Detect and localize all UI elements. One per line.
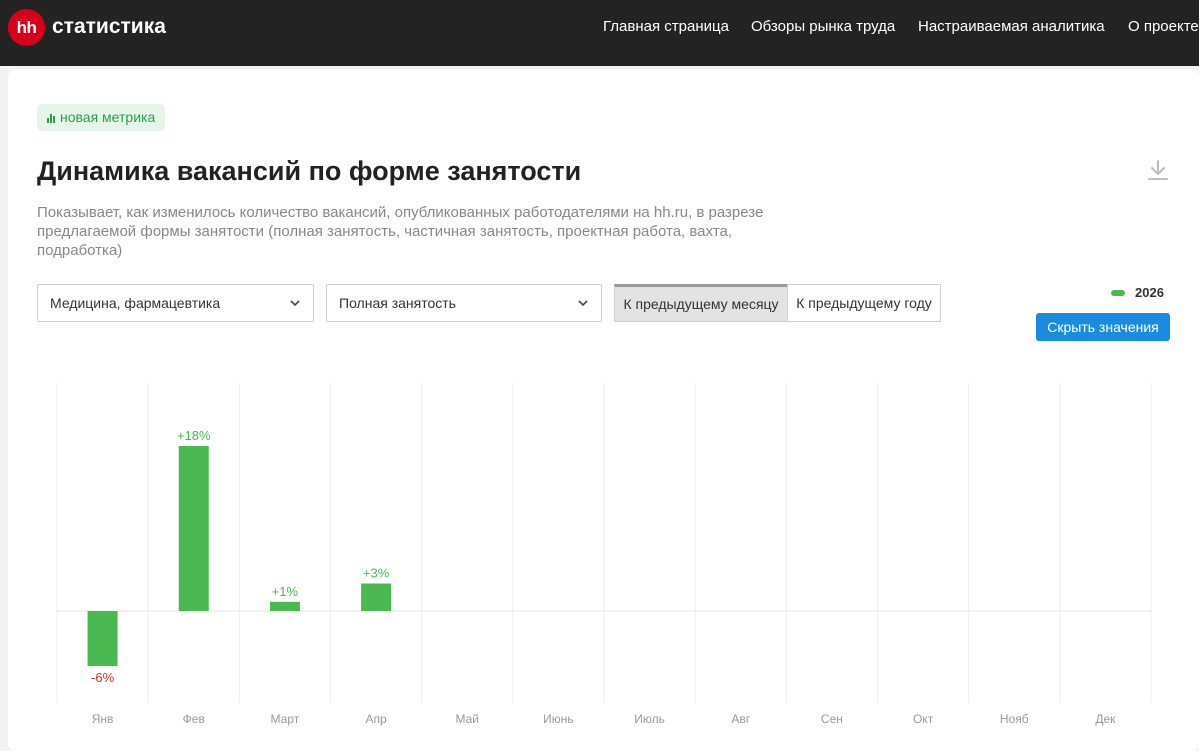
compare-prev-month-button[interactable]: К предыдущему месяцу bbox=[614, 284, 788, 322]
new-metric-badge: новая метрика bbox=[37, 104, 166, 131]
industry-select-value: Медицина, фармацевтика bbox=[50, 295, 221, 311]
employment-type-select[interactable]: Полная занятость bbox=[326, 284, 602, 322]
badge-label: новая метрика bbox=[60, 109, 156, 125]
industry-select[interactable]: Медицина, фармацевтика bbox=[37, 284, 314, 322]
nav-link-market-reviews[interactable]: Обзоры рынка труда bbox=[751, 18, 895, 35]
employment-select-value: Полная занятость bbox=[339, 295, 456, 311]
chart-legend: 2026 bbox=[1111, 285, 1164, 300]
compare-prev-year-button[interactable]: К предыдущему году bbox=[787, 284, 941, 322]
nav-link-home[interactable]: Главная страница bbox=[603, 18, 729, 35]
top-bar: hh статистика Главная страница Обзоры ры… bbox=[0, 0, 1199, 66]
chevron-down-icon bbox=[290, 300, 300, 307]
description: Показывает, как изменилось количество ва… bbox=[37, 204, 764, 259]
bar-chart-icon bbox=[47, 113, 55, 123]
page-title: Динамика вакансий по форме занятости bbox=[37, 156, 582, 186]
hide-values-button[interactable]: Скрыть значения bbox=[1036, 313, 1170, 341]
nav-link-about[interactable]: О проекте bbox=[1128, 18, 1199, 35]
chevron-down-icon bbox=[578, 300, 588, 307]
legend-swatch bbox=[1111, 289, 1125, 296]
nav-link-custom-analytics[interactable]: Настраиваемая аналитика bbox=[918, 18, 1105, 35]
main-nav: Главная страница Обзоры рынка труда Наст… bbox=[0, 18, 1199, 38]
download-icon[interactable] bbox=[1146, 158, 1170, 182]
legend-label: 2026 bbox=[1135, 285, 1164, 300]
